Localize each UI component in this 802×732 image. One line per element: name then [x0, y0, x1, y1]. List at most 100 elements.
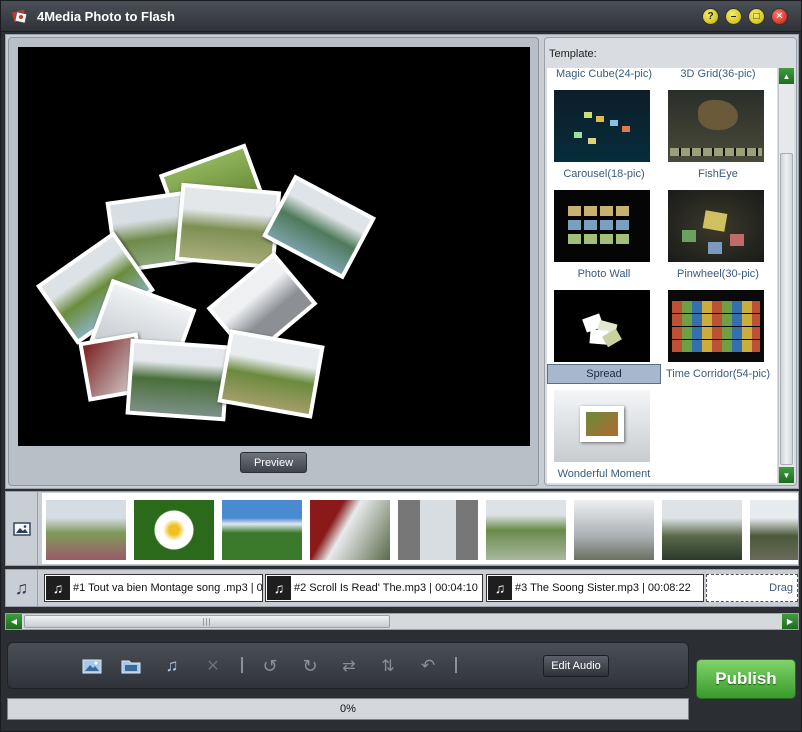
preview-photo: [125, 338, 231, 422]
close-button[interactable]: ✕: [771, 8, 788, 25]
publish-button[interactable]: Publish: [696, 659, 796, 699]
photo-track-header: [6, 492, 38, 565]
template-item[interactable]: Wonderful Moment: [547, 390, 661, 483]
minimize-button[interactable]: –: [725, 8, 742, 25]
undo-button[interactable]: ↶: [416, 654, 440, 678]
template-item[interactable]: Photo Wall: [547, 190, 661, 290]
image-icon: [12, 521, 31, 536]
reorder-icon: ⇅: [381, 658, 395, 675]
rotate-left-button[interactable]: ↺: [258, 654, 282, 678]
music-note-icon: ♫: [488, 576, 512, 600]
scroll-down-icon[interactable]: ▼: [779, 467, 794, 483]
preview-photo: [174, 182, 282, 270]
add-photo-icon: [82, 659, 102, 674]
app-logo-icon: [11, 9, 28, 24]
app-title: 4Media Photo to Flash: [37, 9, 175, 24]
music-note-icon: ♫: [6, 570, 38, 606]
music-note-icon: ♫: [165, 656, 179, 675]
template-list[interactable]: Magic Cube(24-pic) 3D Grid(36-pic) Carou…: [547, 68, 777, 483]
edit-audio-button[interactable]: Edit Audio: [543, 655, 609, 677]
template-item[interactable]: FishEye: [661, 90, 775, 190]
template-name: FishEye: [698, 168, 738, 180]
template-name: Magic Cube(24-pic): [556, 68, 652, 80]
template-panel: Template: Magic Cube(24-pic) 3D Grid(36-…: [544, 37, 797, 486]
spread-thumb-icon: [554, 290, 650, 362]
rotate-right-icon: ↻: [302, 655, 318, 676]
fisheye-thumb-icon: [668, 90, 764, 162]
scroll-thumb[interactable]: |||: [24, 615, 390, 628]
photo-thumbnail[interactable]: [398, 500, 478, 560]
preview-button[interactable]: Preview: [240, 452, 307, 473]
template-name: Carousel(18-pic): [563, 168, 645, 180]
photo-thumbnail[interactable]: [310, 500, 390, 560]
swap-icon: ⇄: [342, 658, 356, 675]
maximize-icon: □: [753, 10, 760, 22]
template-item[interactable]: Magic Cube(24-pic): [547, 68, 661, 90]
pinwheel-thumb-icon: [668, 190, 764, 262]
audio-track[interactable]: ♫ #3 The Soong Sister.mp3 | 00:08:22: [486, 574, 704, 602]
photo-timeline: [5, 491, 799, 566]
template-label: Template:: [549, 48, 597, 60]
photo-thumbnail[interactable]: [46, 500, 126, 560]
toolbar-separator: [241, 657, 243, 673]
photo-thumbnail[interactable]: [574, 500, 654, 560]
photo-thumbnail[interactable]: [662, 500, 742, 560]
progress-bar: 0%: [7, 698, 689, 720]
time-corridor-thumb-icon: [668, 290, 764, 362]
swap-button[interactable]: ⇄: [337, 654, 361, 678]
template-item-selected[interactable]: Spread: [547, 290, 661, 390]
photo-thumbnail[interactable]: [134, 500, 214, 560]
delete-button[interactable]: ✕: [201, 654, 225, 678]
photo-thumbnail[interactable]: [486, 500, 566, 560]
help-icon: ?: [707, 10, 714, 22]
timeline-scrollbar[interactable]: ◀ ||| ▶: [5, 613, 799, 630]
rotate-right-button[interactable]: ↻: [298, 654, 322, 678]
delete-icon: ✕: [206, 658, 220, 675]
template-name: Wonderful Moment: [557, 468, 651, 480]
scroll-thumb[interactable]: [780, 153, 793, 465]
audio-track-label: #3 The Soong Sister.mp3 | 00:08:22: [515, 582, 691, 594]
audio-track[interactable]: ♫ #2 Scroll Is Read' The.mp3 | 00:04:10: [265, 574, 483, 602]
template-name: Spread: [547, 364, 661, 384]
photo-thumbnail[interactable]: [750, 500, 798, 560]
help-button[interactable]: ?: [702, 8, 719, 25]
scroll-right-icon[interactable]: ▶: [782, 614, 798, 629]
template-item[interactable]: Time Corridor(54-pic): [661, 290, 775, 390]
main-panel: Preview Template: Magic Cube(24-pic) 3D …: [5, 34, 799, 489]
wonderful-moment-thumb-icon: [554, 390, 650, 462]
scroll-up-icon[interactable]: ▲: [779, 68, 794, 84]
maximize-button[interactable]: □: [748, 8, 765, 25]
bottom-toolbar: ♫ ✕ ↺ ↻ ⇄ ⇅ ↶ Edit Audio: [7, 642, 689, 689]
reorder-button[interactable]: ⇅: [376, 654, 400, 678]
progress-text: 0%: [340, 703, 356, 715]
minimize-icon: –: [730, 10, 737, 22]
template-name: Photo Wall: [577, 268, 631, 280]
template-scrollbar[interactable]: ▲ ▼: [778, 68, 794, 483]
template-name: 3D Grid(36-pic): [680, 68, 756, 80]
title-bar[interactable]: 4Media Photo to Flash ? – □ ✕: [1, 1, 801, 32]
toolbar-separator: [455, 657, 457, 673]
audio-track-label: #1 Tout va bien Montage song .mp3 | 0: [73, 582, 263, 594]
preview-photo: [217, 329, 325, 419]
photo-thumbnail[interactable]: [222, 500, 302, 560]
music-note-icon: ♫: [267, 576, 291, 600]
photo-wall-thumb-icon: [554, 190, 650, 262]
photo-strip-list[interactable]: [42, 493, 798, 564]
audio-drop-zone[interactable]: Drag: [706, 574, 798, 602]
rotate-left-icon: ↺: [262, 655, 278, 676]
template-name: Time Corridor(54-pic): [665, 368, 771, 380]
folder-icon: [121, 660, 141, 674]
undo-icon: ↶: [420, 656, 436, 675]
music-note-icon: ♫: [46, 576, 70, 600]
add-folder-button[interactable]: [119, 654, 143, 678]
close-icon: ✕: [775, 10, 784, 22]
template-item[interactable]: Carousel(18-pic): [547, 90, 661, 190]
template-item[interactable]: 3D Grid(36-pic): [661, 68, 775, 90]
scroll-left-icon[interactable]: ◀: [6, 614, 22, 629]
audio-track[interactable]: ♫ #1 Tout va bien Montage song .mp3 | 0: [44, 574, 263, 602]
template-item[interactable]: Pinwheel(30-pic): [661, 190, 775, 290]
carousel-thumb-icon: [554, 90, 650, 162]
audio-timeline: ♫ ♫ #1 Tout va bien Montage song .mp3 | …: [5, 569, 799, 607]
add-photo-button[interactable]: [80, 654, 104, 678]
add-music-button[interactable]: ♫: [160, 654, 184, 678]
